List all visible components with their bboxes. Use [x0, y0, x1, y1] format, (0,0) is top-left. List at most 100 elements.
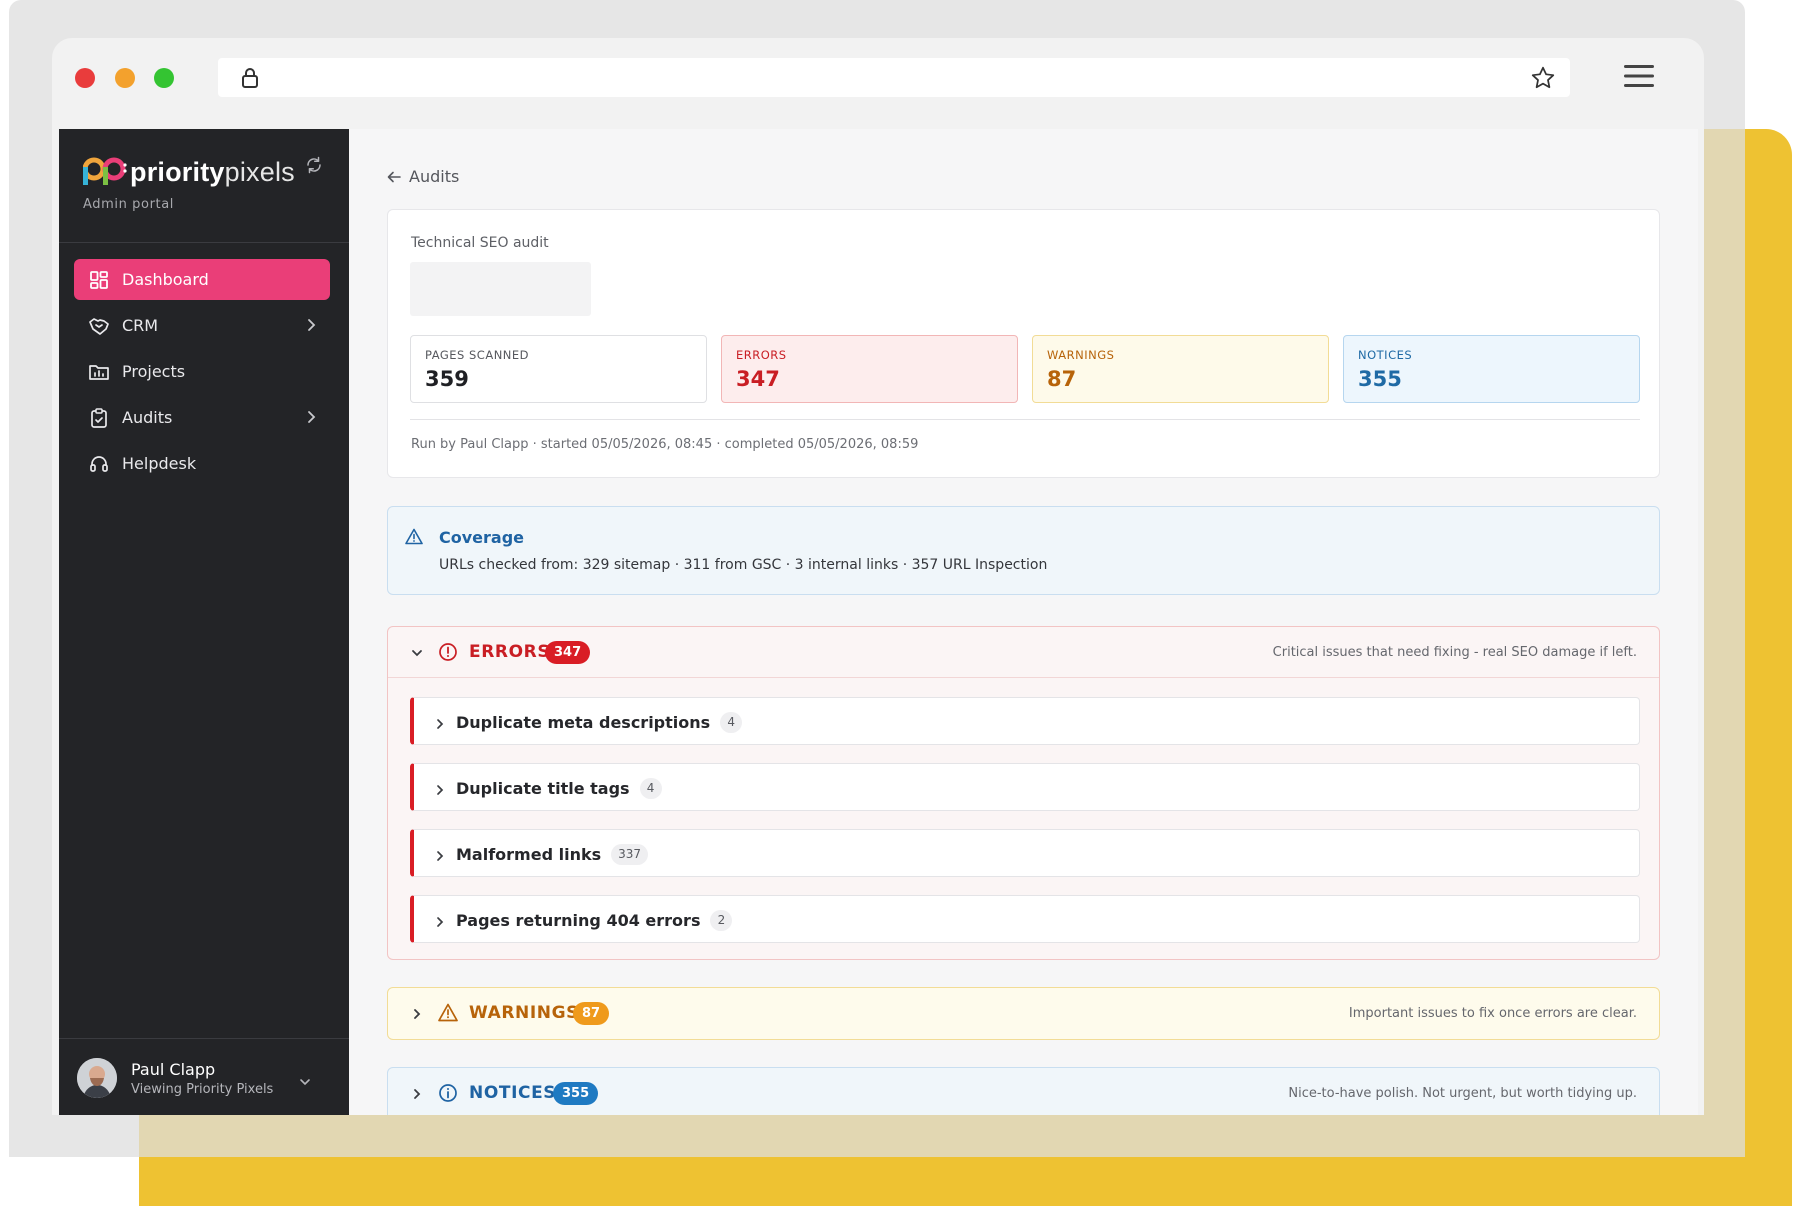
user-menu[interactable]: Paul Clapp Viewing Priority Pixels: [59, 1038, 349, 1115]
warnings-section-header[interactable]: WARNINGS 87 Important issues to fix once…: [388, 988, 1659, 1039]
chevron-right-icon: [410, 1086, 424, 1105]
back-link-label: Audits: [409, 167, 460, 186]
card-divider: [410, 419, 1640, 420]
stat-errors: ERRORS 347: [721, 335, 1018, 403]
issue-title: Duplicate title tags: [456, 779, 630, 798]
sidebar-item-label: CRM: [122, 316, 159, 335]
notices-title: NOTICES: [469, 1083, 557, 1103]
sidebar-item-label: Dashboard: [122, 270, 209, 289]
issue-title: Duplicate meta descriptions: [456, 713, 711, 732]
stat-value: 347: [736, 367, 780, 391]
stat-label: NOTICES: [1358, 348, 1413, 362]
chevron-right-icon: [306, 409, 316, 428]
chevron-right-icon: [436, 847, 444, 866]
coverage-panel: Coverage URLs checked from: 329 sitemap …: [387, 506, 1660, 595]
back-link[interactable]: Audits: [387, 167, 459, 186]
stat-value: 355: [1358, 367, 1402, 391]
audit-run-meta: Run by Paul Clapp · started 05/05/2026, …: [411, 437, 919, 452]
errors-count-badge: 347: [545, 641, 591, 664]
bookmark-star-icon[interactable]: [1530, 65, 1556, 95]
headset-icon: [88, 453, 110, 475]
coverage-text: URLs checked from: 329 sitemap · 311 fro…: [439, 557, 1048, 573]
notices-section-header[interactable]: NOTICES 355 Nice-to-have polish. Not urg…: [388, 1068, 1659, 1115]
warning-triangle-icon: [438, 1003, 458, 1026]
sidebar: prioritypixels Admin portal Dashboard CR…: [59, 129, 349, 1115]
sidebar-item-dashboard[interactable]: Dashboard: [74, 259, 330, 300]
chevron-down-icon: [410, 645, 424, 664]
warning-triangle-icon: [405, 528, 423, 549]
errors-section: ERRORS 347 Critical issues that need fix…: [387, 626, 1660, 960]
issue-count-badge: 337: [611, 844, 649, 865]
audit-stats: PAGES SCANNED 359 ERRORS 347 WARNINGS 87…: [410, 335, 1640, 403]
warnings-title: WARNINGS: [469, 1003, 580, 1023]
brand-wordmark: prioritypixels: [130, 157, 295, 187]
issue-count-badge: 2: [710, 910, 733, 931]
window-minimize-button[interactable]: [115, 68, 135, 88]
errors-section-header[interactable]: ERRORS 347 Critical issues that need fix…: [388, 627, 1659, 678]
stat-warnings: WARNINGS 87: [1032, 335, 1329, 403]
errors-title: ERRORS: [469, 642, 551, 662]
avatar: [77, 1058, 117, 1098]
handshake-icon: [88, 315, 110, 337]
chevron-down-icon[interactable]: [299, 1072, 311, 1091]
admin-app: prioritypixels Admin portal Dashboard CR…: [59, 129, 1698, 1115]
issue-title: Malformed links: [456, 845, 602, 864]
info-circle-icon: [438, 1083, 458, 1107]
issue-title-wrap: Duplicate title tags 4: [456, 778, 662, 799]
audit-summary-card: Technical SEO audit PAGES SCANNED 359 ER…: [387, 209, 1660, 478]
errors-issue-list: Duplicate meta descriptions 4 Duplicate t…: [410, 697, 1640, 961]
lock-icon: [241, 67, 259, 93]
window-close-button[interactable]: [75, 68, 95, 88]
portal-subtitle: Admin portal: [83, 197, 174, 212]
arrow-left-icon: [387, 171, 401, 182]
warnings-description: Important issues to fix once errors are …: [1348, 1006, 1637, 1021]
alert-circle-icon: [438, 642, 458, 666]
warnings-count-badge: 87: [573, 1002, 610, 1025]
issue-title-wrap: Malformed links 337: [456, 844, 649, 865]
issue-row[interactable]: Malformed links 337: [410, 829, 1640, 877]
sidebar-item-helpdesk[interactable]: Helpdesk: [74, 443, 330, 484]
notices-count-badge: 355: [553, 1082, 599, 1105]
user-context: Viewing Priority Pixels: [131, 1082, 274, 1097]
errors-description: Critical issues that need fixing - real …: [1272, 645, 1637, 660]
stat-notices: NOTICES 355: [1343, 335, 1640, 403]
chevron-right-icon: [410, 1006, 424, 1025]
sidebar-item-crm[interactable]: CRM: [74, 305, 330, 346]
stat-label: ERRORS: [736, 348, 787, 362]
refresh-icon[interactable]: [305, 156, 323, 178]
clipboard-check-icon: [88, 407, 110, 429]
notices-description: Nice-to-have polish. Not urgent, but wor…: [1288, 1086, 1637, 1101]
issue-title-wrap: Pages returning 404 errors 2: [456, 910, 733, 931]
brand-mark-icon: [83, 157, 127, 185]
sidebar-item-label: Audits: [122, 408, 173, 427]
issue-count-badge: 4: [639, 778, 662, 799]
audit-type-label: Technical SEO audit: [411, 235, 549, 251]
notices-section: NOTICES 355 Nice-to-have polish. Not urg…: [387, 1067, 1660, 1115]
chevron-right-icon: [306, 317, 316, 336]
main-content: Audits Technical SEO audit PAGES SCANNED…: [349, 129, 1698, 1115]
user-name: Paul Clapp: [131, 1060, 216, 1079]
browser-window: prioritypixels Admin portal Dashboard CR…: [52, 38, 1704, 1115]
dashboard-icon: [88, 269, 110, 291]
hamburger-menu-icon[interactable]: [1624, 64, 1654, 92]
chevron-right-icon: [436, 715, 444, 734]
audit-title-placeholder: [410, 262, 591, 316]
issue-title-wrap: Duplicate meta descriptions 4: [456, 712, 743, 733]
browser-chrome: [52, 38, 1704, 129]
issue-title: Pages returning 404 errors: [456, 911, 701, 930]
issue-count-badge: 4: [720, 712, 743, 733]
issue-row[interactable]: Duplicate title tags 4: [410, 763, 1640, 811]
stat-label: PAGES SCANNED: [425, 348, 530, 362]
sidebar-item-audits[interactable]: Audits: [74, 397, 330, 438]
sidebar-item-label: Helpdesk: [122, 454, 197, 473]
sidebar-nav: Dashboard CRM Projects Audits Helpdesk: [74, 259, 330, 489]
folder-chart-icon: [88, 361, 110, 383]
window-maximize-button[interactable]: [154, 68, 174, 88]
stat-value: 87: [1047, 367, 1077, 391]
coverage-title: Coverage: [439, 528, 525, 547]
issue-row[interactable]: Pages returning 404 errors 2: [410, 895, 1640, 943]
stat-label: WARNINGS: [1047, 348, 1115, 362]
address-bar[interactable]: [218, 58, 1570, 97]
sidebar-item-projects[interactable]: Projects: [74, 351, 330, 392]
issue-row[interactable]: Duplicate meta descriptions 4: [410, 697, 1640, 745]
